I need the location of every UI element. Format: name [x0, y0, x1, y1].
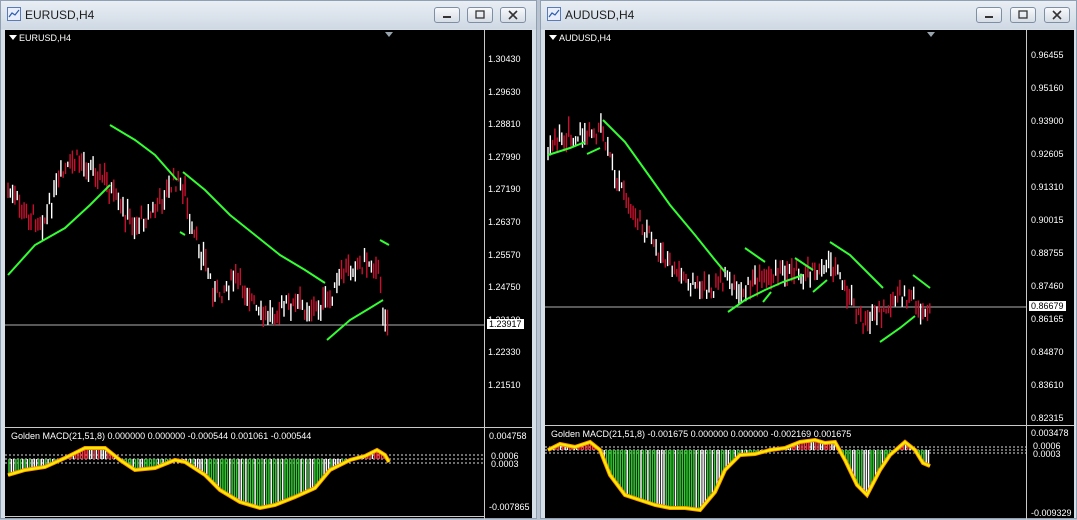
restore-button[interactable]: [1010, 7, 1036, 23]
price-axis-label: 0.96455: [1031, 50, 1064, 60]
indicator-scale-top: 0.003478: [1031, 428, 1069, 438]
chart-window-icon: [7, 7, 21, 21]
trend-line: [109, 124, 178, 181]
trend-line: [794, 257, 814, 271]
minimize-button[interactable]: [434, 7, 460, 23]
minimize-icon: [985, 16, 993, 18]
trend-line: [744, 247, 766, 263]
price-axis-label: 0.88755: [1031, 248, 1064, 258]
indicator-bottom-border: [5, 516, 484, 517]
price-axis-label: 0.92605: [1031, 149, 1064, 159]
trend-line: [762, 291, 772, 303]
price-plot[interactable]: [545, 30, 1074, 520]
indicator-scale-bottom: -0.009329: [1031, 508, 1072, 518]
trend-line: [379, 239, 390, 246]
chart-window-icon: [547, 7, 561, 21]
chart-shift-triangle-icon[interactable]: [927, 32, 935, 37]
price-axis-label: 0.86165: [1031, 314, 1064, 324]
price-axis-label: 1.24750: [488, 282, 521, 293]
restore-icon: [1018, 10, 1028, 19]
indicator-label: Golden MACD(21,51,8) 0.000000 0.000000 -…: [11, 431, 312, 441]
trend-line: [812, 279, 828, 293]
window-titlebar[interactable]: AUDUSD,H4: [541, 1, 1076, 29]
trend-line: [602, 119, 726, 273]
indicator-scale-bottom: -0.007865: [489, 502, 530, 512]
close-icon: [1052, 10, 1062, 20]
price-axis-label: 0.83610: [1031, 380, 1064, 390]
current-price-label: 0.86679: [1029, 301, 1066, 311]
price-axis-label: 0.82315: [1031, 413, 1064, 423]
price-axis-label: 1.22330: [488, 347, 521, 358]
price-axis-label: 0.87460: [1031, 281, 1064, 291]
chart-symbol-label: AUDUSD,H4: [559, 33, 612, 43]
trend-line: [879, 315, 916, 343]
chart-symbol-label: EURUSD,H4: [19, 33, 72, 43]
indicator-label: Golden MACD(21,51,8) -0.001675 0.000000 …: [551, 429, 852, 439]
chart-window-eurusd[interactable]: EURUSD,H4 EURUSD,H4 1.30430 1.29630 1.2881…: [0, 0, 537, 520]
indicator-scale-top: 0.004758: [489, 431, 527, 441]
price-axis-label: 0.90015: [1031, 215, 1064, 225]
chart-menu-triangle-icon[interactable]: [549, 35, 557, 40]
trend-line: [586, 147, 601, 155]
indicator-scale-level-2: 0.0003: [491, 459, 519, 469]
price-axis-label: 1.28810: [488, 119, 521, 130]
indicator-scale-level-2: 0.0003: [1033, 449, 1061, 459]
trend-line: [326, 299, 384, 341]
price-plot[interactable]: [5, 30, 532, 520]
price-axis-label: 0.91310: [1031, 182, 1064, 192]
restore-icon: [475, 10, 485, 19]
window-title: EURUSD,H4: [25, 8, 95, 22]
window-title: AUDUSD,H4: [565, 8, 635, 22]
chart-menu-triangle-icon[interactable]: [9, 35, 17, 40]
minimize-button[interactable]: [976, 7, 1002, 23]
trend-line: [912, 274, 931, 289]
chart-window-audusd[interactable]: AUDUSD,H4 AUDUSD,H4 0.96455 0.95160 0.9390…: [540, 0, 1077, 520]
price-axis-label: 0.93900: [1031, 116, 1064, 126]
price-axis-label: 0.95160: [1031, 83, 1064, 93]
price-axis-label: 0.84870: [1031, 347, 1064, 357]
close-icon: [508, 10, 518, 20]
price-axis-label: 1.29630: [488, 86, 521, 97]
minimize-icon: [443, 16, 451, 18]
macd-main-line: [7, 447, 390, 510]
price-axis-label: 1.27190: [488, 184, 521, 195]
price-axis-label: 1.21510: [488, 380, 521, 390]
trend-line: [182, 171, 326, 284]
current-price-label: 1.23917: [487, 319, 524, 329]
restore-button[interactable]: [467, 7, 493, 23]
close-button[interactable]: [1044, 7, 1070, 23]
trend-line: [7, 184, 111, 276]
price-axis-border: [1026, 30, 1027, 520]
indicator-separator[interactable]: [5, 427, 532, 428]
window-titlebar[interactable]: EURUSD,H4: [1, 1, 536, 29]
price-axis-label: 1.27990: [488, 151, 521, 162]
price-axis-border: [484, 30, 485, 520]
chart-area[interactable]: EURUSD,H4 1.30430 1.29630 1.28810 1.27990 1.…: [5, 30, 532, 520]
price-axis-label: 1.25570: [488, 249, 521, 260]
indicator-separator[interactable]: [545, 425, 1074, 426]
trend-line: [179, 231, 186, 236]
price-axis-label: 1.30430: [488, 54, 521, 64]
price-axis-label: 1.26370: [488, 217, 521, 227]
chart-area[interactable]: AUDUSD,H4 0.96455 0.95160 0.93900 0.92605 0.…: [545, 30, 1074, 520]
chart-shift-triangle-icon[interactable]: [385, 32, 393, 37]
close-button[interactable]: [500, 7, 526, 23]
